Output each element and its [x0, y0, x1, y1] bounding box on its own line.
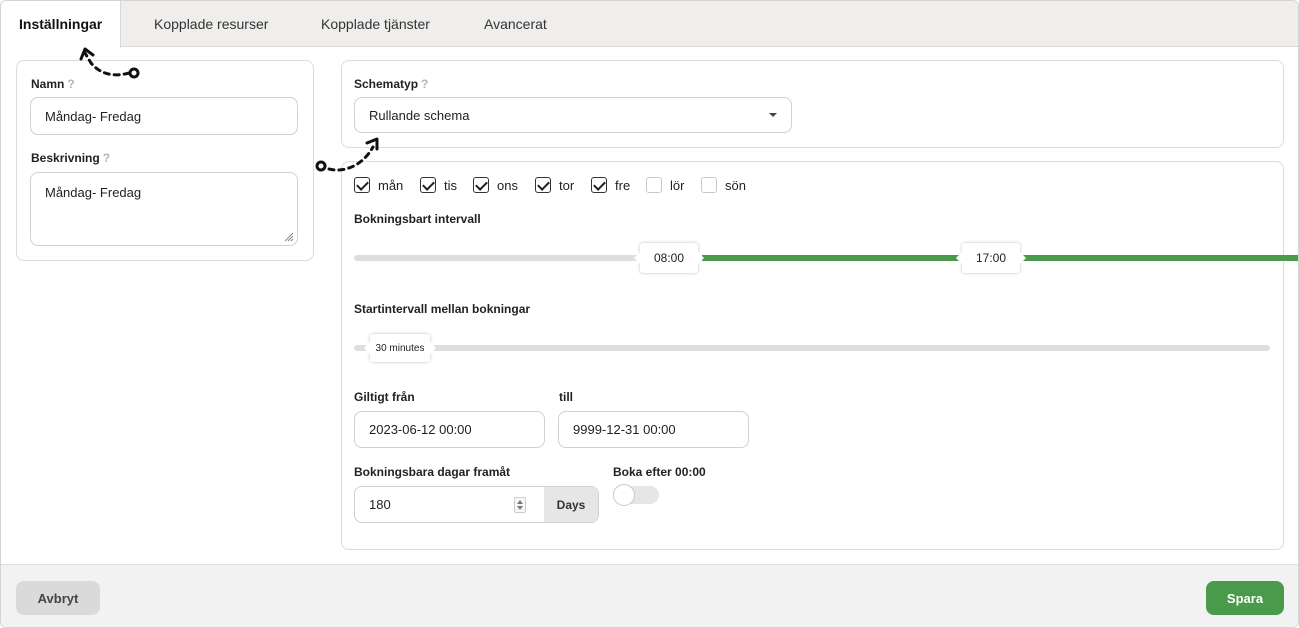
- name-input-value: Måndag- Fredag: [45, 108, 142, 124]
- checkbox-icon[interactable]: [646, 177, 662, 193]
- checkbox-icon[interactable]: [473, 177, 489, 193]
- valid-to-label: till: [559, 390, 573, 404]
- checkbox-icon[interactable]: [701, 177, 717, 193]
- tab-kopplade-tjanster[interactable]: Kopplade tjänster: [303, 1, 448, 47]
- schedule-type-label-text: Schematyp: [354, 77, 419, 91]
- valid-from-input[interactable]: 2023-06-12 00:00: [354, 411, 545, 448]
- valid-from-value: 2023-06-12 00:00: [369, 422, 472, 437]
- schedule-type-value: Rullande schema: [369, 107, 470, 123]
- tab-bar: Inställningar Kopplade resurser Kopplade…: [1, 1, 1298, 48]
- day-checkbox-ons[interactable]: ons: [473, 177, 518, 193]
- checkbox-icon[interactable]: [591, 177, 607, 193]
- day-label: tis: [444, 177, 457, 193]
- name-label-text: Namn: [31, 77, 65, 91]
- day-checkbox-son[interactable]: sön: [701, 177, 746, 193]
- checkbox-icon[interactable]: [535, 177, 551, 193]
- spinner-icon[interactable]: [514, 497, 526, 513]
- start-interval-label: Startintervall mellan bokningar: [354, 302, 531, 316]
- description-textarea[interactable]: Måndag- Fredag: [30, 172, 298, 246]
- toggle-knob: [613, 484, 635, 506]
- checkbox-icon[interactable]: [354, 177, 370, 193]
- caret-down-icon: [769, 113, 777, 117]
- valid-to-value: 9999-12-31 00:00: [573, 422, 676, 437]
- interval-end-handle[interactable]: 17:00: [956, 243, 1026, 273]
- annotation-arrow-icon: [79, 47, 140, 79]
- days-unit-addon: Days: [544, 487, 598, 522]
- day-label: ons: [497, 177, 518, 193]
- settings-window: Inställningar Kopplade resurser Kopplade…: [0, 0, 1299, 628]
- day-label: mån: [378, 177, 404, 193]
- bookable-interval-slider[interactable]: [354, 255, 1298, 261]
- name-input[interactable]: Måndag- Fredag: [30, 97, 298, 135]
- day-checkbox-tor[interactable]: tor: [535, 177, 574, 193]
- checkbox-icon[interactable]: [420, 177, 436, 193]
- cancel-button[interactable]: Avbryt: [16, 581, 100, 615]
- annotation-arrow-icon: [315, 137, 379, 172]
- day-checkbox-lor[interactable]: lör: [646, 177, 684, 193]
- resize-grip-icon[interactable]: [282, 230, 294, 242]
- help-icon[interactable]: ?: [421, 77, 428, 91]
- book-after-toggle[interactable]: [613, 484, 659, 506]
- interval-start-handle[interactable]: 08:00: [634, 243, 704, 273]
- save-button[interactable]: Spara: [1206, 581, 1284, 615]
- day-checkbox-fre[interactable]: fre: [591, 177, 630, 193]
- schedule-type-select[interactable]: Rullande schema: [354, 97, 792, 133]
- bookable-interval-label: Bokningsbart intervall: [354, 212, 481, 226]
- day-checkbox-man[interactable]: mån: [354, 177, 403, 193]
- day-label: tor: [559, 177, 575, 193]
- day-label: fre: [615, 177, 631, 193]
- valid-from-label: Giltigt från: [354, 390, 415, 404]
- day-label: lör: [670, 177, 685, 193]
- days-ahead-value: 180: [369, 497, 391, 512]
- days-ahead-label: Bokningsbara dagar framåt: [354, 465, 511, 479]
- schedule-type-label: Schematyp?: [354, 77, 428, 91]
- name-label: Namn?: [31, 77, 75, 91]
- description-label-text: Beskrivning: [31, 151, 100, 165]
- footer-bar: Avbryt Spara: [1, 564, 1298, 627]
- day-checkbox-tis[interactable]: tis: [420, 177, 457, 193]
- description-value: Måndag- Fredag: [45, 185, 142, 200]
- start-interval-handle[interactable]: 30 minutes: [364, 334, 436, 362]
- tab-kopplade-resurser[interactable]: Kopplade resurser: [136, 1, 286, 47]
- day-label: sön: [725, 177, 746, 193]
- description-label: Beskrivning?: [31, 151, 110, 165]
- help-icon[interactable]: ?: [103, 151, 110, 165]
- days-ahead-input[interactable]: 180: [355, 487, 544, 522]
- tab-avancerat[interactable]: Avancerat: [466, 1, 565, 47]
- start-interval-slider[interactable]: [354, 345, 1270, 351]
- valid-to-input[interactable]: 9999-12-31 00:00: [558, 411, 749, 448]
- book-after-label: Boka efter 00:00: [613, 465, 706, 479]
- days-ahead-group: 180 Days: [354, 486, 599, 523]
